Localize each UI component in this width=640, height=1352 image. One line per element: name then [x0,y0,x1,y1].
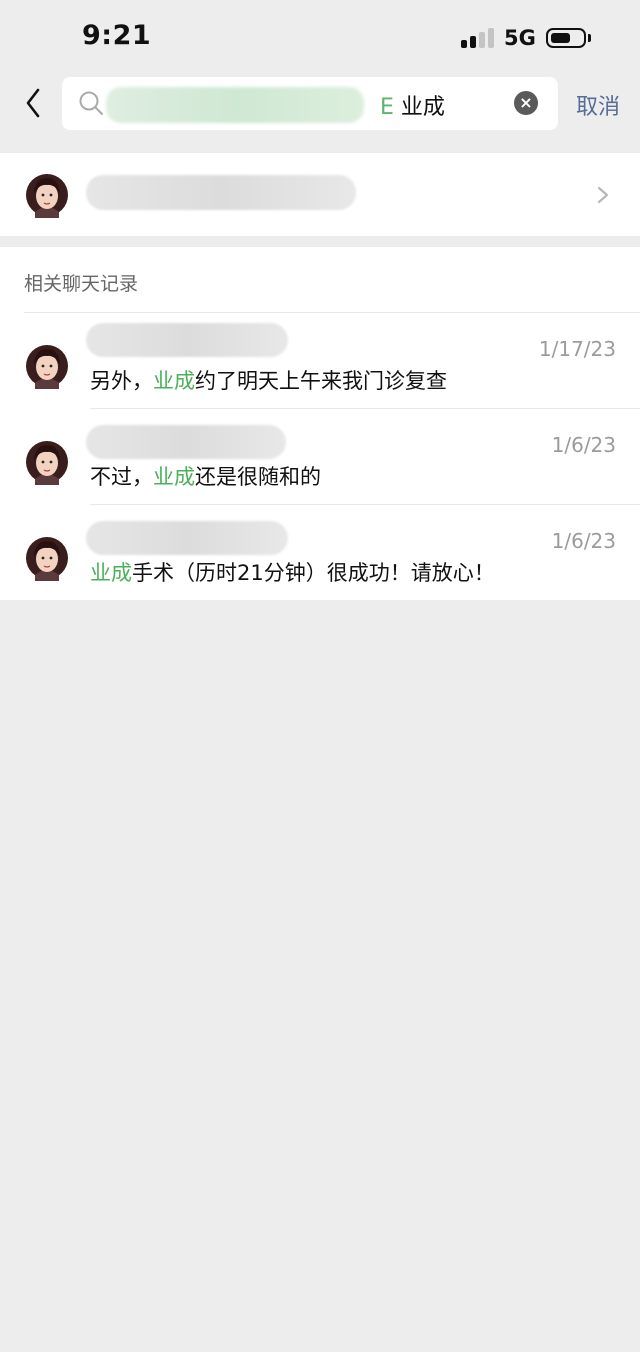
message-date: 1/6/23 [551,529,616,553]
snippet-after: 手术（历时21分钟）很成功！请放心！ [132,561,495,585]
clear-search-button[interactable]: × [514,91,538,115]
avatar [26,441,68,485]
chevron-right-icon [597,186,609,204]
cancel-button[interactable]: 取消 [576,89,620,121]
query-keyword: 业成 [400,95,445,120]
message-snippet: 另外，业成约了明天上午来我门诊复查 [90,365,447,395]
snippet-before: 不过， [90,465,153,489]
section-title: 相关聊天记录 [24,273,139,295]
battery-cap [588,34,591,42]
chat-record-item[interactable]: 1/6/23 业成手术（历时21分钟）很成功！请放心！ [0,505,640,600]
status-bar: 9:21 5G [0,0,640,76]
battery-icon [546,28,586,48]
search-input[interactable]: E 业成 × [62,77,558,130]
snippet-after: 还是很随和的 [195,465,321,489]
search-icon [79,91,103,115]
message-snippet: 业成手术（历时21分钟）很成功！请放心！ [90,557,495,587]
chevron-left-icon [26,88,40,118]
redacted-sender-name [86,521,288,555]
message-snippet: 不过，业成还是很随和的 [90,461,321,491]
snippet-keyword: 业成 [153,369,195,393]
search-query-text: E 业成 [380,89,445,121]
message-date: 1/6/23 [551,433,616,457]
redacted-query [106,87,364,123]
redacted-sender-name [86,323,288,357]
avatar [26,345,68,389]
redacted-sender-name [86,425,286,459]
snippet-before: 另外， [90,369,153,393]
status-time: 9:21 [82,20,152,51]
avatar [26,174,68,218]
network-type: 5G [504,26,536,50]
snippet-keyword: 业成 [153,465,195,489]
redacted-contact-name [86,175,356,210]
contact-result-row[interactable] [0,153,640,236]
snippet-after: 约了明天上午来我门诊复查 [195,369,447,393]
chat-record-item[interactable]: 1/17/23 另外，业成约了明天上午来我门诊复查 [0,313,640,408]
chat-record-item[interactable]: 1/6/23 不过，业成还是很随和的 [0,409,640,504]
query-fragment: E [380,95,394,120]
snippet-keyword: 业成 [90,561,132,585]
back-button[interactable] [20,86,50,120]
signal-strength-icon [461,28,495,48]
avatar [26,537,68,581]
chat-history-section: 相关聊天记录 1/17/23 另外，业成约了明天上午来我门诊复查 1/6/23 … [0,247,640,600]
message-date: 1/17/23 [538,337,616,361]
